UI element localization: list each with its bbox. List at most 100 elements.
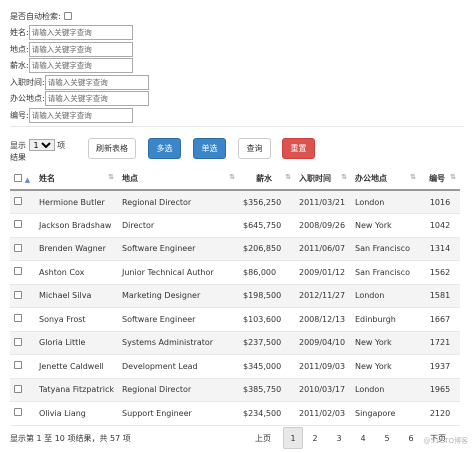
page-link-6[interactable]: 6 xyxy=(399,427,423,449)
row-checkbox[interactable] xyxy=(14,361,22,370)
cell-name: Olivia Liang xyxy=(35,401,118,426)
table-row[interactable]: Michael Silva Marketing Designer $198,500 2… xyxy=(10,284,460,308)
row-checkbox[interactable] xyxy=(14,337,22,346)
name-label: 姓名: xyxy=(10,28,29,37)
page-length-select[interactable]: 10 xyxy=(28,139,55,151)
table-row[interactable]: Olivia Liang Support Engineer $234,500 2011… xyxy=(10,401,460,426)
cell-name: Gloria Little xyxy=(35,331,118,355)
row-checkbox[interactable] xyxy=(14,290,22,299)
cell-name: Michael Silva xyxy=(35,284,118,308)
cell-id: 1937 xyxy=(420,354,460,379)
cell-id: 1042 xyxy=(420,213,460,238)
table-row[interactable]: Ashton Cox Junior Technical Author $86,000… xyxy=(10,260,460,285)
office-field-row: 办公地点: xyxy=(10,91,149,107)
cell-office: San Francisco xyxy=(351,237,420,261)
sort-icon[interactable]: ⇅ xyxy=(450,173,456,181)
cell-name: Tatyana Fitzpatrick xyxy=(35,378,118,402)
row-checkbox[interactable] xyxy=(14,267,22,276)
col-header-id[interactable]: 编号 ⇅ xyxy=(420,168,460,191)
sort-icon[interactable]: ⇅ xyxy=(108,173,114,181)
cell-office: New York xyxy=(351,354,420,379)
auto-search-checkbox[interactable] xyxy=(63,12,72,20)
page-link-1[interactable]: 1 xyxy=(283,427,303,449)
cell-id: 1562 xyxy=(420,260,460,285)
row-checkbox[interactable] xyxy=(14,314,22,323)
cell-name: Jenette Caldwell xyxy=(35,354,118,379)
single-select-button[interactable]: 单选 xyxy=(193,138,226,159)
cell-salary: $206,850 xyxy=(239,237,295,261)
length-suffix-2: 结果 xyxy=(10,153,26,162)
divider xyxy=(10,126,464,127)
cell-start-date: 2010/03/17 xyxy=(295,378,351,402)
length-suffix: 项 xyxy=(57,141,66,150)
page-link-3[interactable]: 3 xyxy=(327,427,351,449)
table-row[interactable]: Sonya Frost Software Engineer $103,600 2008… xyxy=(10,307,460,332)
row-checkbox[interactable] xyxy=(14,408,22,417)
cell-office: New York xyxy=(351,331,420,355)
row-checkbox[interactable] xyxy=(14,243,22,252)
sort-icon[interactable]: ⇅ xyxy=(229,173,235,181)
page-link-5[interactable]: 5 xyxy=(375,427,399,449)
select-all-checkbox[interactable] xyxy=(14,173,22,182)
office-input[interactable] xyxy=(44,91,149,106)
row-select-cell xyxy=(10,401,35,426)
table-row[interactable]: Jenette Caldwell Development Lead $345,000… xyxy=(10,354,460,379)
cell-position: Director xyxy=(118,213,239,238)
sort-icon[interactable]: ⇅ xyxy=(285,173,291,181)
location-input[interactable] xyxy=(28,41,133,57)
id-label: 编号: xyxy=(10,110,29,120)
page-link-4[interactable]: 4 xyxy=(351,427,375,449)
cell-id: 1314 xyxy=(420,237,460,261)
col-header-salary[interactable]: 薪水 ⇅ xyxy=(239,168,295,191)
row-select-cell xyxy=(10,237,35,261)
multi-select-button[interactable]: 多选 xyxy=(148,138,181,159)
salary-label: 薪水: xyxy=(10,61,29,70)
salary-input[interactable] xyxy=(28,58,133,73)
cell-id: 2120 xyxy=(420,401,460,426)
cell-start-date: 2009/04/10 xyxy=(295,331,351,355)
watermark: @51CTO博客 xyxy=(423,437,468,445)
page-link-2[interactable]: 2 xyxy=(303,427,327,449)
prev-page-link[interactable]: 上页 xyxy=(248,427,278,449)
cell-position: Software Engineer xyxy=(118,307,239,332)
query-button[interactable]: 查询 xyxy=(238,138,271,159)
cell-name: Hermione Butler xyxy=(35,190,118,214)
sort-icon[interactable]: ⇅ xyxy=(410,173,416,181)
row-checkbox[interactable] xyxy=(14,220,22,229)
cell-start-date: 2012/11/27 xyxy=(295,284,351,308)
cell-salary: $198,500 xyxy=(239,284,295,308)
row-checkbox[interactable] xyxy=(14,197,22,205)
table-row[interactable]: Gloria Little Systems Administrator $237,5… xyxy=(10,331,460,355)
hire-date-input[interactable] xyxy=(44,74,149,90)
select-all-header: ▲ xyxy=(10,168,35,191)
location-field-row: 地点: xyxy=(10,41,149,57)
id-input[interactable] xyxy=(28,107,133,123)
name-field-row: 姓名: xyxy=(10,25,149,41)
refresh-table-button[interactable]: 刷新表格 xyxy=(88,138,136,159)
cell-position: Regional Director xyxy=(118,190,239,214)
row-checkbox[interactable] xyxy=(14,384,22,393)
col-header-start-date[interactable]: 入职时间 ⇅ xyxy=(295,168,351,191)
table-row[interactable]: Hermione Butler Regional Director $356,250… xyxy=(10,190,460,214)
table-row[interactable]: Brenden Wagner Software Engineer $206,850 2… xyxy=(10,237,460,261)
col-header-office[interactable]: 办公地点 ⇅ xyxy=(351,168,420,191)
col-header-name[interactable]: 姓名 ⇅ xyxy=(35,168,118,191)
cell-position: Junior Technical Author xyxy=(118,260,239,285)
sort-icon[interactable]: ⇅ xyxy=(341,173,347,181)
table-row[interactable]: Tatyana Fitzpatrick Regional Director $385… xyxy=(10,378,460,402)
name-input[interactable] xyxy=(28,25,133,40)
cell-start-date: 2011/06/07 xyxy=(295,237,351,261)
cell-salary: $356,250 xyxy=(239,190,295,214)
cell-office: London xyxy=(351,190,420,214)
table-header-row: ▲ 姓名 ⇅ 地点 ⇅ 薪水 ⇅ 入职时间 ⇅ 办公地点 ⇅ 编号 ⇅ xyxy=(10,168,460,191)
col-header-position[interactable]: 地点 ⇅ xyxy=(118,168,239,191)
page-length-control: 显示 10 项 结果 xyxy=(10,139,65,164)
table-row[interactable]: Jackson Bradshaw Director $645,750 2008/09/… xyxy=(10,213,460,238)
hire-date-label: 入职时间: xyxy=(10,77,45,87)
sort-asc-icon[interactable]: ▲ xyxy=(25,176,30,184)
auto-search-row: 是否自动检索: xyxy=(10,8,149,24)
reset-button[interactable]: 重置 xyxy=(282,138,315,159)
cell-office: San Francisco xyxy=(351,260,420,285)
cell-office: London xyxy=(351,378,420,402)
cell-salary: $237,500 xyxy=(239,331,295,355)
